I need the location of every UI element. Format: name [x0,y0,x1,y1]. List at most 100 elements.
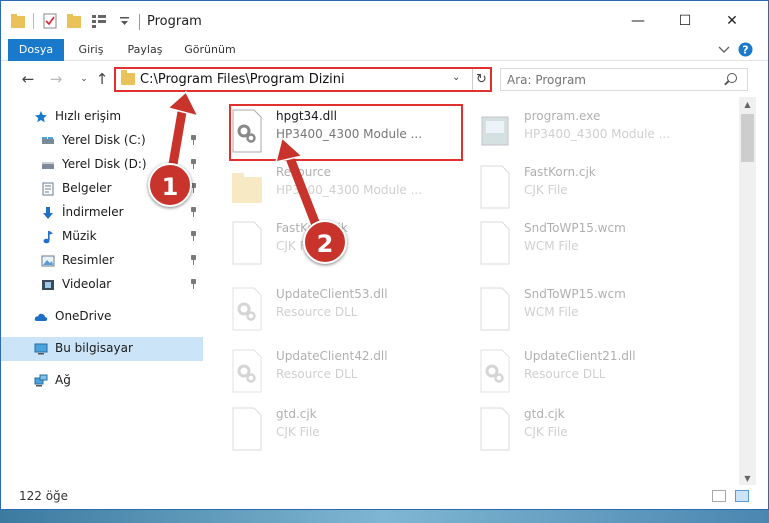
close-button[interactable]: ✕ [709,8,755,34]
details-view-icon[interactable] [712,490,726,502]
pin-icon [189,159,197,169]
new-folder-icon[interactable] [65,12,85,30]
toolbar-separator [33,13,34,29]
file-description: WCM File [524,305,579,319]
sidebar-item-music[interactable]: Müzik [1,225,203,249]
file-tile[interactable]: SndToWP15.wcm WCM File [452,215,688,271]
sidebar-item-label: Yerel Disk (D:) [62,157,147,171]
large-icons-view-icon[interactable] [735,490,749,502]
dll-gear-icon [232,349,262,393]
file-description: Resource DLL [276,367,358,381]
address-bar[interactable]: C:\Program Files\Program Dizini ⌄ ↻ [114,67,492,92]
callout-badge-2: 2 [303,220,347,264]
window-title: Program [147,14,202,29]
exe-icon [481,116,509,146]
up-button[interactable]: ↑ [93,70,111,88]
sidebar-item-label: Müzik [62,229,97,243]
search-icon[interactable] [727,73,737,83]
tab-home[interactable]: Giriş [71,39,111,61]
sidebar-item-label: Resimler [62,253,115,267]
sidebar-item-network[interactable]: Ağ [1,369,203,393]
sidebar-item-label: Bu bilgisayar [55,341,133,355]
back-button[interactable]: ← [19,70,37,88]
file-name: UpdateClient42.dll [276,349,388,363]
title-separator [139,14,140,30]
blank-file-icon [232,407,262,451]
address-path[interactable]: C:\Program Files\Program Dizini [140,72,345,87]
maximize-button[interactable]: ☐ [662,8,708,34]
forward-button[interactable]: → [47,70,65,88]
vertical-scrollbar[interactable]: ▲ ▼ [739,97,756,487]
blank-file-icon [480,165,510,209]
callout-badge-1: 1 [148,163,192,207]
sidebar-item-label: Ağ [55,373,71,387]
sidebar-item-pictures[interactable]: Resimler [1,249,203,273]
file-tile[interactable]: program.exe HP3400_4300 Module ... [452,103,688,159]
file-tile[interactable]: gtd.cjk CJK File [204,401,440,457]
item-count: 122 öğe [19,489,69,503]
tab-share[interactable]: Paylaş [123,39,167,61]
scroll-up-arrow-icon[interactable]: ▲ [739,97,756,113]
file-name: Resource [276,165,332,179]
sidebar-item-quick-access[interactable]: Hızlı erişim [1,105,203,129]
address-dropdown-chevron-icon[interactable]: ⌄ [452,72,460,83]
computer-icon [34,343,48,355]
sidebar-item-videos[interactable]: Videolar [1,273,203,297]
file-tile[interactable]: Resource HP3400_4300 Module ... [204,159,440,215]
pictures-icon [41,255,55,267]
refresh-button[interactable]: ↻ [472,69,490,90]
file-tile[interactable]: UpdateClient53.dll Resource DLL [204,281,440,337]
title-bar: Program — ☐ ✕ [1,1,768,39]
file-description: HP3400_4300 Module ... [524,127,671,141]
blank-file-icon [480,287,510,331]
search-input[interactable] [507,72,707,88]
minimize-button[interactable]: — [615,8,661,34]
recent-locations-chevron-icon[interactable]: ⌄ [75,70,93,88]
drive-icon [42,137,54,144]
explorer-window: Program — ☐ ✕ Dosya Giriş Paylaş Görünüm… [0,0,769,510]
pin-icon [189,135,197,145]
network-icon [34,374,48,387]
star-icon [35,111,47,123]
file-description: CJK File [276,425,320,439]
scrollbar-thumb[interactable] [741,114,754,162]
search-box[interactable] [500,68,748,91]
address-row: ← → ⌄ ↑ C:\Program Files\Program Dizini … [1,64,768,94]
properties-icon[interactable] [41,12,61,30]
cloud-icon [34,313,48,321]
dll-gear-icon [232,287,262,331]
video-icon [42,280,54,290]
music-icon [43,231,53,244]
status-bar: 122 öğe [1,485,768,507]
dll-gear-icon [480,349,510,393]
tab-file[interactable]: Dosya [8,39,64,61]
sidebar-item-label: İndirmeler [62,205,124,219]
file-description: Resource DLL [524,367,606,381]
sidebar-item-label: OneDrive [55,309,112,323]
file-tile[interactable]: UpdateClient42.dll Resource DLL [204,343,440,399]
file-name: SndToWP15.wcm [524,221,626,235]
help-icon[interactable]: ? [738,42,753,57]
view-options-icon[interactable] [89,12,111,30]
drive-icon [42,162,54,169]
pin-icon [189,207,197,217]
file-description: WCM File [524,239,579,253]
blank-file-icon [232,221,262,265]
sidebar-item-label: Hızlı erişim [55,109,122,123]
sidebar-item-onedrive[interactable]: OneDrive [1,305,203,329]
file-tile[interactable]: FastKorn.cjk CJK File [452,159,688,215]
highlight-box [229,104,463,161]
file-tile[interactable]: SndToWP15.wcm WCM File [452,281,688,337]
expand-ribbon-chevron-icon[interactable] [718,45,730,55]
file-tile[interactable]: UpdateClient21.dll Resource DLL [452,343,688,399]
pin-icon [189,231,197,241]
file-description: Resource DLL [276,305,358,319]
tab-view[interactable]: Görünüm [181,39,239,61]
sidebar-item-this-pc[interactable]: Bu bilgisayar [1,337,203,361]
navigation-pane: Hızlı erişim Yerel Disk (C:) Yerel Disk … [1,101,203,481]
file-name: UpdateClient53.dll [276,287,388,301]
file-tile[interactable]: gtd.cjk CJK File [452,401,688,457]
sidebar-item-local-disk-c[interactable]: Yerel Disk (C:) [1,129,203,153]
file-description: CJK File [524,425,568,439]
customize-toolbar-chevron-icon[interactable] [119,17,131,35]
